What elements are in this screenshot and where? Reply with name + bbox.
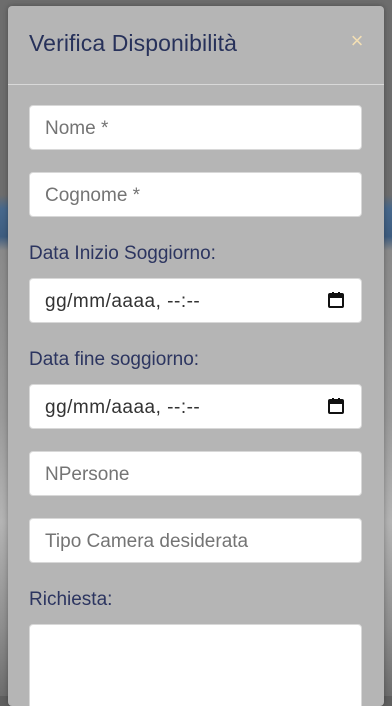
calendar-icon[interactable] <box>327 397 345 415</box>
npersone-input[interactable]: NPersone <box>29 451 362 496</box>
nome-input[interactable]: Nome * <box>29 105 362 150</box>
availability-modal: Verifica Disponibilità × Nome * Cognome … <box>8 6 384 706</box>
tipo-camera-input[interactable]: Tipo Camera desiderata <box>29 518 362 563</box>
npersone-placeholder: NPersone <box>45 464 130 485</box>
data-fine-label: Data fine soggiorno: <box>29 349 200 370</box>
nome-placeholder: Nome * <box>45 118 109 139</box>
data-inizio-label: Data Inizio Soggiorno: <box>29 243 216 264</box>
data-inizio-input[interactable]: gg/mm/aaaa, --:-- <box>29 278 362 323</box>
data-fine-value: gg/mm/aaaa, --:-- <box>45 397 201 418</box>
close-button[interactable]: × <box>346 30 368 52</box>
cognome-placeholder: Cognome * <box>45 185 141 206</box>
richiesta-textarea[interactable] <box>29 624 362 706</box>
modal-header: Verifica Disponibilità × <box>8 6 384 85</box>
modal-title: Verifica Disponibilità <box>29 30 238 56</box>
close-icon: × <box>350 28 364 53</box>
tipo-camera-placeholder: Tipo Camera desiderata <box>45 531 249 552</box>
data-inizio-value: gg/mm/aaaa, --:-- <box>45 291 201 312</box>
cognome-input[interactable]: Cognome * <box>29 172 362 217</box>
richiesta-label: Richiesta: <box>29 589 113 610</box>
calendar-icon[interactable] <box>327 291 345 309</box>
data-fine-input[interactable]: gg/mm/aaaa, --:-- <box>29 384 362 429</box>
